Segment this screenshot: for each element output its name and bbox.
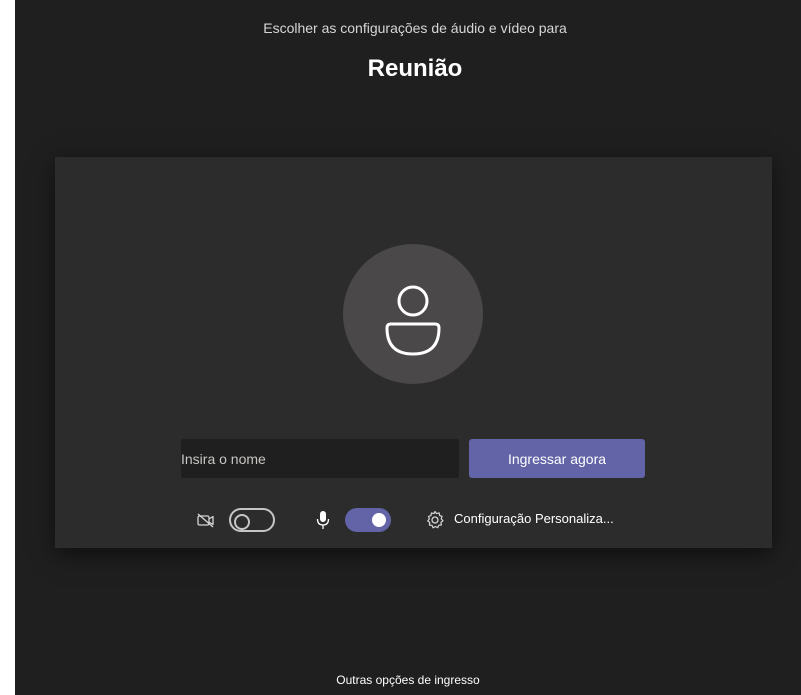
join-now-button[interactable]: Ingressar agora xyxy=(469,439,645,478)
video-preview-panel: Ingressar agora xyxy=(55,157,772,548)
prejoin-subtitle: Escolher as configurações de áudio e víd… xyxy=(263,20,567,36)
meeting-title: Reunião xyxy=(367,55,463,82)
person-icon xyxy=(385,285,441,356)
microphone-toggle-knob xyxy=(372,513,386,527)
device-controls: Configuração Personaliza... xyxy=(55,505,772,535)
camera-off-icon[interactable] xyxy=(196,510,216,535)
gear-icon[interactable] xyxy=(425,510,445,535)
camera-toggle-knob xyxy=(234,514,250,530)
settings-label[interactable]: Configuração Personaliza... xyxy=(454,511,614,526)
avatar xyxy=(343,244,483,384)
other-join-options-link[interactable]: Outras opções de ingresso xyxy=(15,673,801,687)
camera-toggle[interactable] xyxy=(229,508,275,532)
microphone-toggle[interactable] xyxy=(345,508,391,532)
name-input[interactable] xyxy=(181,439,459,478)
microphone-icon[interactable] xyxy=(316,509,330,536)
meeting-prejoin-window: Escolher as configurações de áudio e víd… xyxy=(15,0,801,695)
